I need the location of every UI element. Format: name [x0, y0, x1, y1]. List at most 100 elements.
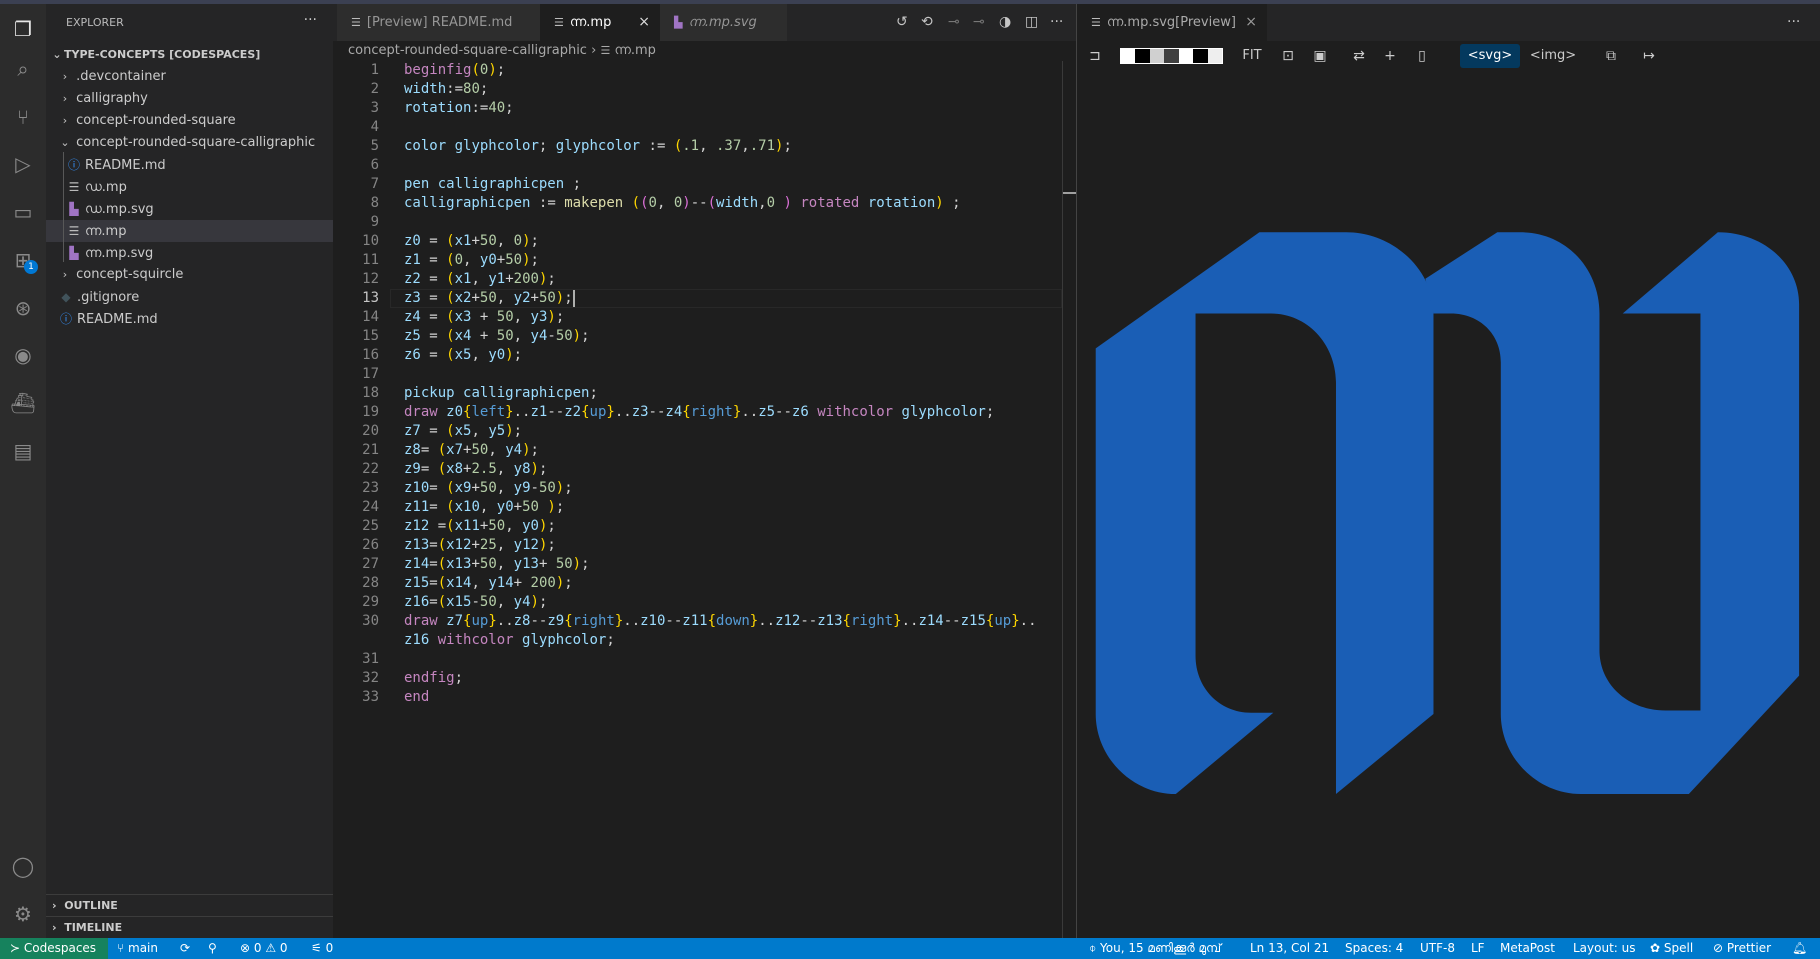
code-line[interactable]: z14=(x13+50, y13+ 50);: [404, 555, 590, 574]
code-line[interactable]: draw z7{up}..z8--z9{right}..z10--z11{dow…: [404, 612, 1037, 631]
run-debug-icon[interactable]: ▷: [0, 144, 46, 184]
sync-icon[interactable]: ⟳: [180, 938, 190, 959]
background-swatches[interactable]: [1120, 48, 1223, 64]
code-line[interactable]: end: [404, 688, 429, 707]
tree-item[interactable]: ⓘ README.md: [46, 308, 333, 330]
git-blame[interactable]: ⌽ You, 15 മണിക്കൂർ മുമ്പ്: [1089, 938, 1221, 959]
git-graph-icon[interactable]: ⊛: [0, 288, 46, 328]
ruler-icon[interactable]: ▯: [1411, 44, 1433, 68]
code-line[interactable]: z16=(x15-50, y4);: [404, 593, 547, 612]
tree-item[interactable]: ▙ ന്ന.mp.svg: [46, 242, 333, 264]
code-line[interactable]: beginfig(0);: [404, 61, 505, 80]
code-line[interactable]: width:=80;: [404, 80, 488, 99]
outline-section[interactable]: › OUTLINE: [46, 894, 333, 916]
background-swatch[interactable]: [1149, 49, 1165, 63]
fit-button[interactable]: FIT: [1237, 44, 1267, 68]
tree-item[interactable]: ▙ ഡ.mp.svg: [46, 198, 333, 220]
breadcrumb-folder[interactable]: concept-rounded-square-calligraphic: [348, 43, 587, 58]
github-icon[interactable]: ◉: [0, 335, 46, 375]
code-line[interactable]: draw z0{left}..z1--z2{up}..z3--z4{right}…: [404, 403, 994, 422]
export-icon[interactable]: ↦: [1638, 44, 1660, 68]
background-swatch[interactable]: [1193, 49, 1208, 63]
remote-explorer-icon[interactable]: ▭: [0, 192, 46, 232]
code-line[interactable]: z16 withcolor glyphcolor;: [404, 631, 615, 650]
tree-item[interactable]: › calligraphy: [46, 88, 333, 110]
timeline-section[interactable]: › TIMELINE: [46, 916, 333, 938]
code-line[interactable]: rotation:=40;: [404, 99, 514, 118]
branch-button[interactable]: ⑂ main: [117, 938, 158, 959]
next-change-icon[interactable]: ⊸: [973, 4, 985, 41]
background-swatch[interactable]: [1121, 49, 1136, 63]
previous-change-icon[interactable]: ⊸: [948, 4, 960, 41]
tree-item[interactable]: › .devcontainer: [46, 66, 333, 88]
language-mode[interactable]: MetaPost: [1500, 938, 1555, 959]
copy-icon[interactable]: ⧉: [1600, 44, 1622, 68]
tree-item[interactable]: › concept-squircle: [46, 264, 333, 286]
more-actions-icon[interactable]: ···: [1787, 4, 1800, 41]
zoom-full-icon[interactable]: ▣: [1309, 44, 1331, 68]
docker-icon[interactable]: ⛴: [0, 383, 46, 423]
tree-item[interactable]: › concept-rounded-square: [46, 110, 333, 132]
code-line[interactable]: z5 = (x4 + 50, y4-50);: [404, 327, 590, 346]
code-line[interactable]: calligraphicpen := makepen ((0, 0)--(wid…: [404, 194, 961, 213]
indentation[interactable]: Spaces: 4: [1345, 938, 1403, 959]
close-tab-icon[interactable]: ×: [1245, 4, 1257, 41]
code-line[interactable]: pen calligraphicpen ;: [404, 175, 581, 194]
tab-mp-file[interactable]: ☰ ന്ന.mp ×: [540, 4, 660, 41]
ports-button[interactable]: ⚟ 0: [311, 938, 333, 959]
workspace-root[interactable]: ⌄ TYPE-CONCEPTS [CODESPACES]: [46, 44, 333, 66]
code-line[interactable]: z11= (x10, y0+50 );: [404, 498, 564, 517]
code-line[interactable]: z9= (x8+2.5, y8);: [404, 460, 547, 479]
code-line[interactable]: z15=(x14, y14+ 200);: [404, 574, 573, 593]
prettier-button[interactable]: ⊘ Prettier: [1713, 938, 1771, 959]
cursor-position[interactable]: Ln 13, Col 21: [1250, 938, 1329, 959]
breadcrumb-file[interactable]: ന്ന.mp: [614, 43, 655, 58]
code-line[interactable]: z2 = (x1, y1+200);: [404, 270, 556, 289]
code-line[interactable]: z4 = (x3 + 50, y3);: [404, 308, 564, 327]
tree-item[interactable]: ☰ ന്ന.mp: [46, 220, 333, 242]
tree-item[interactable]: ◆ .gitignore: [46, 286, 333, 308]
svg-mode-button[interactable]: <svg>: [1460, 44, 1520, 68]
code-line[interactable]: z10= (x9+50, y9-50);: [404, 479, 573, 498]
tree-item[interactable]: ⓘ README.md: [46, 154, 333, 176]
code-line[interactable]: z8= (x7+50, y4);: [404, 441, 539, 460]
notebook-icon[interactable]: ▤: [0, 431, 46, 471]
code-line[interactable]: z7 = (x5, y5);: [404, 422, 522, 441]
search-icon[interactable]: ⌕: [0, 49, 46, 89]
tab-svg-file[interactable]: ▙ ന്ന.mp.svg: [660, 4, 787, 41]
split-editor-icon[interactable]: ◫: [1025, 4, 1038, 41]
code-line[interactable]: z3 = (x2+50, y2+50);: [404, 289, 575, 308]
code-line[interactable]: color glyphcolor; glyphcolor := (.1, .37…: [404, 137, 792, 156]
code-line[interactable]: z12 =(x11+50, y0);: [404, 517, 556, 536]
publish-icon[interactable]: ⚲: [208, 938, 217, 959]
encoding[interactable]: UTF-8: [1420, 938, 1455, 959]
background-swatch[interactable]: [1207, 49, 1222, 63]
code-line[interactable]: z6 = (x5, y0);: [404, 346, 522, 365]
source-control-icon[interactable]: ⑂: [0, 97, 46, 137]
background-swatch[interactable]: [1178, 49, 1194, 63]
code-line[interactable]: z13=(x12+25, y12);: [404, 536, 556, 555]
problems-button[interactable]: ⊗ 0 ⚠ 0: [240, 938, 288, 959]
revert-icon[interactable]: ⟲: [921, 4, 933, 41]
zoom-fit-icon[interactable]: ⊡: [1277, 44, 1299, 68]
code-line[interactable]: z1 = (0, y0+50);: [404, 251, 539, 270]
accounts-icon[interactable]: ◯: [0, 846, 46, 886]
more-actions-icon[interactable]: ···: [1050, 4, 1063, 41]
line-ending[interactable]: LF: [1471, 938, 1485, 959]
code-line[interactable]: pickup calligraphicpen;: [404, 384, 598, 403]
background-swatch[interactable]: [1135, 49, 1150, 63]
tree-item[interactable]: ☰ ഡ.mp: [46, 176, 333, 198]
settings-gear-icon[interactable]: ⚙: [0, 894, 46, 934]
add-icon[interactable]: +: [1379, 44, 1401, 68]
img-mode-button[interactable]: <img>: [1523, 44, 1583, 68]
timeline-history-icon[interactable]: ↺: [896, 4, 908, 41]
pin-icon[interactable]: ⊐: [1085, 44, 1105, 68]
explorer-icon[interactable]: ❐: [0, 9, 46, 49]
tab-readme-preview[interactable]: ☰ [Preview] README.md: [337, 4, 540, 41]
tree-item[interactable]: ⌄ concept-rounded-square-calligraphic: [46, 132, 333, 154]
extensions-icon[interactable]: ⊞ 1: [0, 240, 46, 280]
spell-button[interactable]: ✿ Spell: [1650, 938, 1693, 959]
keyboard-layout[interactable]: Layout: us: [1573, 938, 1636, 959]
compare-icon[interactable]: ◑: [999, 4, 1011, 41]
background-swatch[interactable]: [1164, 49, 1179, 63]
